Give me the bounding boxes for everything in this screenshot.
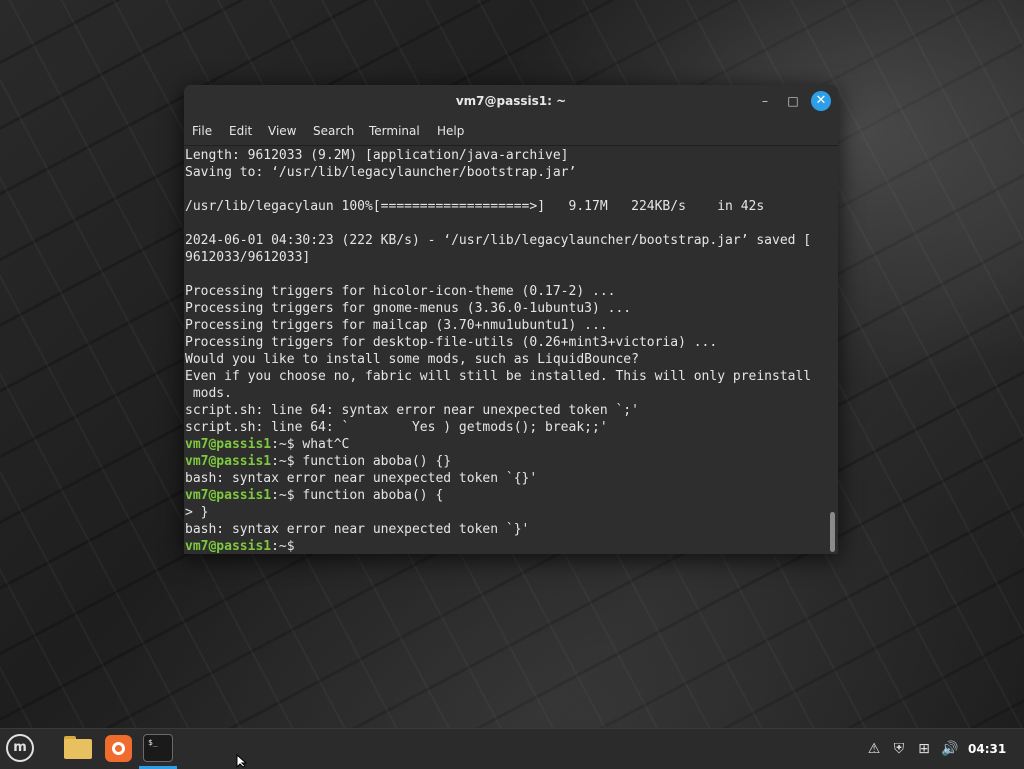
window-titlebar[interactable]: vm7@passis1: ~ – □ ✕ xyxy=(184,85,838,117)
terminal-command-line: vm7@passis1:~$ what^C xyxy=(185,436,827,453)
prompt-user: vm7@passis1 xyxy=(185,437,272,452)
terminal-output-line: Length: 9612033 (9.2M) [application/java… xyxy=(185,148,569,163)
terminal-output-line: mods. xyxy=(185,386,232,401)
window-title: vm7@passis1: ~ xyxy=(455,94,567,108)
command-text: function aboba() {} xyxy=(302,454,452,469)
firefox-icon-ring xyxy=(112,742,125,755)
terminal-window[interactable]: vm7@passis1: ~ – □ ✕ File Edit View Sear… xyxy=(184,85,838,554)
terminal-output-line: Processing triggers for gnome-menus (3.3… xyxy=(185,301,632,316)
terminal-output-line: > } xyxy=(185,505,209,520)
prompt-user: vm7@passis1 xyxy=(185,488,272,503)
menu-edit[interactable]: Edit xyxy=(229,117,252,145)
prompt-user: vm7@passis1 xyxy=(185,454,272,469)
close-button[interactable]: ✕ xyxy=(811,91,831,111)
terminal-output-line: /usr/lib/legacylaun 100%[===============… xyxy=(185,199,765,214)
terminal-output-line: 2024-06-01 04:30:23 (222 KB/s) - ‘/usr/l… xyxy=(185,233,812,248)
command-text: function aboba() { xyxy=(302,488,444,503)
taskbar-firefox-button[interactable] xyxy=(100,729,136,769)
folder-icon xyxy=(64,739,92,759)
menu-view[interactable]: View xyxy=(268,117,296,145)
terminal-command-line: vm7@passis1:~$ xyxy=(185,538,827,554)
taskbar: m $_ ⚠ ⛨ ⊞ 🔊 04:31 xyxy=(0,728,1024,769)
prompt-separator: :~$ xyxy=(271,539,303,554)
menubar: File Edit View Search Terminal Help xyxy=(184,117,838,145)
mint-logo-icon: m xyxy=(6,734,34,762)
menu-help[interactable]: Help xyxy=(437,117,464,145)
terminal-output-line: bash: syntax error near unexpected token… xyxy=(185,471,538,486)
taskbar-terminal-button[interactable]: $_ xyxy=(139,729,177,769)
maximize-button[interactable]: □ xyxy=(784,92,802,110)
mouse-pointer-icon xyxy=(236,754,248,768)
taskbar-files-button[interactable] xyxy=(60,729,96,769)
terminal-output-line: 9612033/9612033] xyxy=(185,250,311,265)
terminal-icon: $_ xyxy=(143,734,173,762)
shield-icon[interactable]: ⛨ xyxy=(889,739,909,759)
terminal-output-line: Processing triggers for desktop-file-uti… xyxy=(185,335,718,350)
update-manager-icon[interactable]: ⚠ xyxy=(864,739,884,759)
terminal-output-line: Even if you choose no, fabric will still… xyxy=(185,369,812,384)
terminal-output-line: Saving to: ‘/usr/lib/legacylauncher/boot… xyxy=(185,165,577,180)
minimize-button[interactable]: – xyxy=(756,92,774,110)
terminal-output-line: Processing triggers for mailcap (3.70+nm… xyxy=(185,318,608,333)
terminal-output-line: Would you like to install some mods, suc… xyxy=(185,352,639,367)
firefox-icon xyxy=(105,735,132,762)
terminal-scrollbar[interactable] xyxy=(827,146,838,554)
menu-search[interactable]: Search xyxy=(313,117,354,145)
start-menu-button[interactable]: m xyxy=(0,729,44,769)
terminal-output-line: script.sh: line 64: ` Yes ) getmods(); b… xyxy=(185,420,608,435)
terminal-command-line: vm7@passis1:~$ function aboba() {} xyxy=(185,453,827,470)
prompt-user: vm7@passis1 xyxy=(185,539,272,554)
terminal-output-area[interactable]: Length: 9612033 (9.2M) [application/java… xyxy=(184,145,838,554)
terminal-command-line: vm7@passis1:~$ function aboba() { xyxy=(185,487,827,504)
prompt-separator: :~$ xyxy=(271,488,303,503)
prompt-separator: :~$ xyxy=(271,454,303,469)
terminal-output-line: bash: syntax error near unexpected token… xyxy=(185,522,530,537)
menu-file[interactable]: File xyxy=(192,117,212,145)
terminal-output-line: script.sh: line 64: syntax error near un… xyxy=(185,403,639,418)
volume-icon[interactable]: 🔊 xyxy=(940,739,960,759)
network-icon[interactable]: ⊞ xyxy=(914,739,934,759)
terminal-output-line: Processing triggers for hicolor-icon-the… xyxy=(185,284,616,299)
menu-terminal[interactable]: Terminal xyxy=(369,117,420,145)
prompt-separator: :~$ xyxy=(271,437,303,452)
terminal-text: Length: 9612033 (9.2M) [application/java… xyxy=(185,147,827,554)
clock[interactable]: 04:31 xyxy=(968,729,1008,769)
command-text: what^C xyxy=(302,437,350,452)
scrollbar-thumb[interactable] xyxy=(830,512,835,552)
